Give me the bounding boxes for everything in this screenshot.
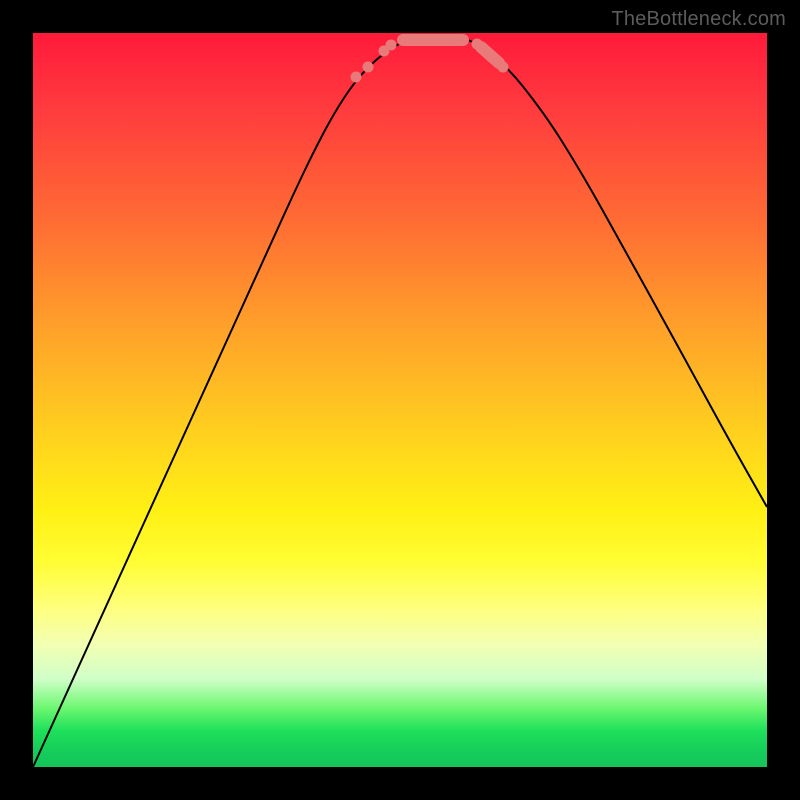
chart-frame: TheBottleneck.com bbox=[0, 0, 800, 800]
data-marker bbox=[363, 62, 374, 73]
data-marker bbox=[351, 72, 362, 83]
data-marker bbox=[472, 39, 483, 50]
plot-svg bbox=[33, 33, 767, 767]
attribution-text: TheBottleneck.com bbox=[611, 8, 786, 31]
bottleneck-curve bbox=[33, 35, 767, 767]
plot-area bbox=[33, 33, 767, 767]
data-marker bbox=[498, 62, 509, 73]
data-marker bbox=[386, 40, 397, 51]
marker-track bbox=[481, 47, 499, 63]
